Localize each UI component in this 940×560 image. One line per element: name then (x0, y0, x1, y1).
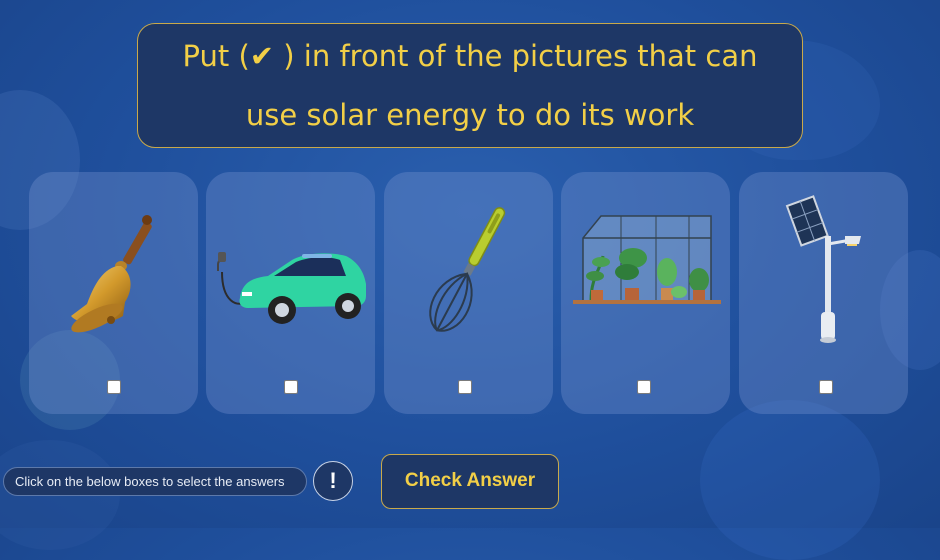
answer-card-whisk (384, 172, 553, 414)
answer-card-greenhouse (561, 172, 730, 414)
answer-checkbox[interactable] (458, 380, 472, 394)
info-button[interactable]: ! (313, 461, 353, 501)
answer-checkbox[interactable] (107, 380, 121, 394)
whisk-icon (429, 207, 506, 332)
greenhouse-icon (573, 215, 721, 304)
answer-checkbox[interactable] (284, 380, 298, 394)
bell-icon (71, 215, 152, 333)
solar-street-light-icon (785, 195, 861, 343)
answer-checkbox[interactable] (637, 380, 651, 394)
background-decoration (700, 400, 880, 560)
instruction-hint: Click on the below boxes to select the a… (3, 467, 307, 496)
question-panel: Put (✔ ) in front of the pictures that c… (137, 23, 803, 148)
electric-car-icon (217, 252, 366, 324)
answer-card-bell (29, 172, 198, 414)
question-text: Put (✔ ) in front of the pictures that c… (182, 38, 758, 132)
answer-card-solar-street-light (739, 172, 908, 414)
answer-card-electric-car (206, 172, 375, 414)
check-answer-button[interactable]: Check Answer (381, 454, 559, 509)
answer-checkbox[interactable] (819, 380, 833, 394)
